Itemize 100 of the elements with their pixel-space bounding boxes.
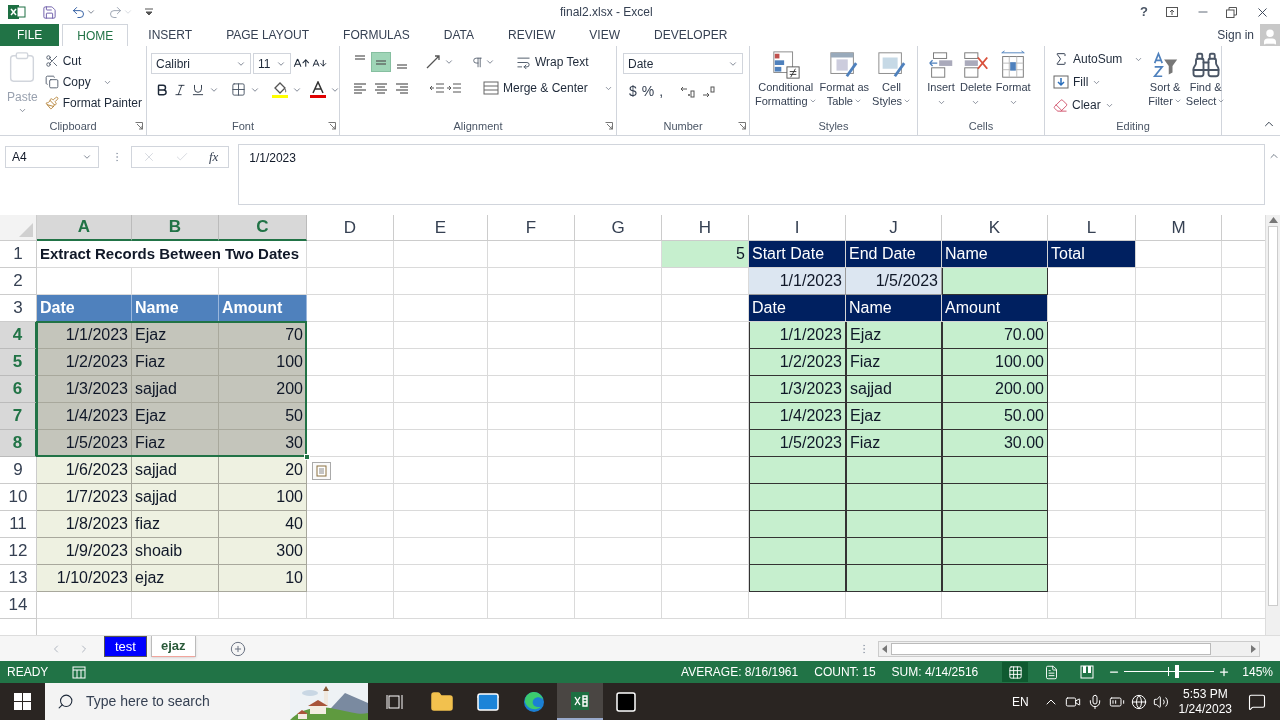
bold-icon[interactable] [155, 82, 169, 97]
number-format-button[interactable]: $ [629, 81, 637, 102]
decrease-decimal-icon[interactable] [701, 84, 718, 99]
column-header[interactable]: M [1136, 215, 1222, 241]
name-box[interactable]: A4 [5, 146, 99, 168]
font-name-field[interactable]: Calibri [151, 53, 251, 74]
styles-button[interactable]: Conditional Formatting [754, 50, 818, 117]
grid-cell[interactable] [394, 349, 488, 376]
grid-cell[interactable] [394, 484, 488, 511]
ribbon-tab[interactable]: VIEW [575, 24, 634, 46]
ribbon-display-icon[interactable] [1166, 7, 1178, 17]
grid-cell[interactable] [394, 511, 488, 538]
sign-in-link[interactable]: Sign in [1217, 26, 1254, 44]
column-header[interactable]: E [394, 215, 488, 241]
taskbar-button[interactable] [557, 683, 603, 720]
ribbon-tab[interactable]: FORMULAS [329, 24, 424, 46]
row-header[interactable]: 8 [0, 430, 37, 457]
font-color-icon[interactable] [310, 81, 326, 98]
grid-cell[interactable] [749, 592, 846, 619]
enter-icon[interactable] [175, 150, 190, 164]
find-select-button[interactable]: Find & Select [1184, 50, 1227, 117]
underline-icon[interactable] [191, 82, 205, 97]
grid-cell[interactable] [394, 295, 488, 322]
grid-cell[interactable] [307, 241, 394, 268]
grid-cell[interactable] [1136, 295, 1222, 322]
grid-cell[interactable] [1048, 457, 1136, 484]
start-icon[interactable] [14, 693, 31, 710]
taskbar-search-field[interactable]: Type here to search [45, 683, 368, 720]
column-header[interactable]: H [662, 215, 749, 241]
insert-function-button[interactable]: fx [209, 147, 219, 167]
undo-icon[interactable] [71, 4, 86, 20]
grid-cell[interactable] [394, 457, 488, 484]
grid-cell[interactable] [394, 322, 488, 349]
caret-icon[interactable] [485, 57, 495, 67]
app-logo-icon[interactable] [8, 4, 26, 20]
format-painter-button[interactable]: Format Painter [44, 94, 142, 112]
grid-cell[interactable] [488, 241, 575, 268]
ribbon-tab[interactable]: HOME [62, 24, 129, 46]
grid-cell[interactable] [307, 403, 394, 430]
grid-cell[interactable] [307, 511, 394, 538]
redo-icon[interactable] [108, 4, 123, 20]
grid-cell[interactable] [575, 457, 662, 484]
row-header[interactable]: 1 [0, 241, 37, 268]
grid-cell[interactable] [1048, 268, 1136, 295]
grid-cell[interactable] [488, 592, 575, 619]
row-header[interactable]: 2 [0, 268, 37, 295]
caret-icon[interactable] [903, 97, 912, 105]
grid-cell[interactable] [575, 376, 662, 403]
grid-cell[interactable] [1136, 322, 1222, 349]
grid-cell[interactable] [1136, 511, 1222, 538]
grid-cell[interactable] [394, 241, 488, 268]
font-size-field[interactable]: 11 [253, 53, 291, 74]
grid-cell[interactable] [394, 565, 488, 592]
input-language[interactable]: EN [1011, 692, 1029, 711]
grid-cell[interactable] [307, 295, 394, 322]
merge-center-button[interactable]: Merge & Center [483, 79, 613, 97]
column-header[interactable]: A [37, 215, 132, 241]
column-header[interactable]: I [749, 215, 846, 241]
grid-cell[interactable] [1048, 511, 1136, 538]
horizontal-scrollbar[interactable] [878, 640, 1260, 657]
styles-button[interactable]: Cell Styles [871, 50, 913, 117]
grid-cell[interactable] [1048, 322, 1136, 349]
caret-icon[interactable] [808, 97, 817, 105]
cells-button[interactable]: Insert [926, 50, 956, 117]
row-header[interactable]: 4 [0, 322, 37, 349]
grid-cell[interactable] [488, 403, 575, 430]
row-header[interactable]: 9 [0, 457, 37, 484]
zoom-in-icon[interactable] [1218, 666, 1231, 678]
grid-cell[interactable] [488, 430, 575, 457]
caret-icon[interactable] [1173, 97, 1182, 105]
borders-icon[interactable] [231, 82, 246, 97]
sheet-tab[interactable]: test [104, 636, 147, 657]
grid-cell[interactable] [132, 592, 219, 619]
grid-cell[interactable] [307, 592, 394, 619]
number-format-button[interactable]: , [659, 81, 664, 102]
row-header[interactable]: 14 [0, 592, 37, 619]
grid-cell[interactable] [575, 511, 662, 538]
grid-cell[interactable] [307, 376, 394, 403]
wrap-text-button[interactable]: Wrap Text [516, 53, 589, 71]
cut-button[interactable]: Cut [44, 52, 142, 70]
caret-icon[interactable] [854, 97, 862, 105]
macro-record-icon[interactable] [72, 665, 87, 679]
grid-cell[interactable] [488, 538, 575, 565]
grid-cell[interactable] [575, 565, 662, 592]
dialog-launcher-icon[interactable] [605, 122, 613, 130]
grid-cell[interactable] [1136, 403, 1222, 430]
grid-cell[interactable] [1136, 592, 1222, 619]
grid-cell[interactable] [488, 376, 575, 403]
column-header[interactable]: B [132, 215, 219, 241]
grid-cell[interactable] [662, 592, 749, 619]
row-header[interactable]: 7 [0, 403, 37, 430]
scroll-up-icon[interactable] [1268, 217, 1278, 223]
grid-cell[interactable] [307, 322, 394, 349]
ribbon-tab[interactable]: DEVELOPER [640, 24, 742, 46]
caret-icon[interactable] [86, 7, 96, 17]
increase-indent-icon[interactable] [446, 80, 462, 96]
select-all-button[interactable] [0, 215, 37, 241]
ribbon-tab[interactable]: PAGE LAYOUT [212, 24, 324, 46]
clock[interactable]: 5:53 PM 1/24/2023 [1178, 686, 1232, 717]
save-icon[interactable] [42, 4, 57, 20]
